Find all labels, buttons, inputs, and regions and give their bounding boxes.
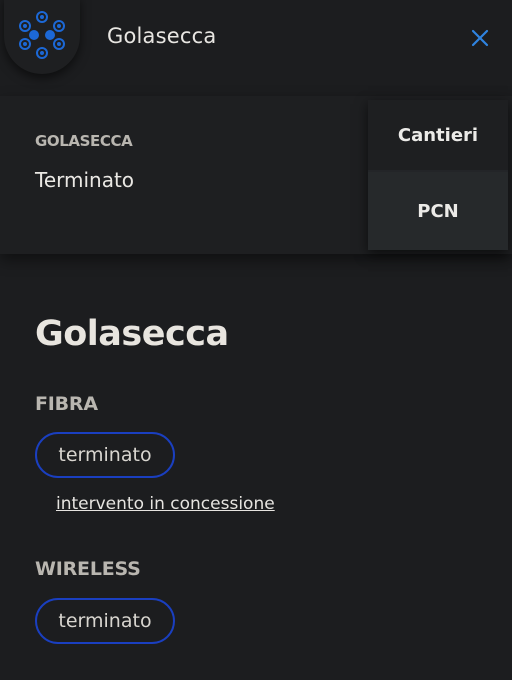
menu-item-pcn[interactable]: PCN <box>368 172 508 250</box>
status-badge-wireless: terminato <box>35 598 175 644</box>
logo[interactable] <box>4 0 80 74</box>
status-badge-fibra: terminato <box>35 432 175 478</box>
menu-item-cantieri[interactable]: Cantieri <box>368 100 508 170</box>
app-header: Golasecca <box>0 0 512 78</box>
page-title: Golasecca <box>35 314 229 354</box>
close-icon <box>471 29 489 47</box>
header-title: Golasecca <box>107 24 217 48</box>
cooperative-logo-icon <box>19 11 65 59</box>
location-kicker: GOLASECCA <box>35 132 133 150</box>
layer-menu: Cantieri PCN <box>368 100 508 250</box>
concession-link[interactable]: intervento in concessione <box>56 494 275 514</box>
section-label-wireless: WIRELESS <box>35 558 141 580</box>
section-label-fibra: FIBRA <box>35 393 98 415</box>
location-status: Terminato <box>35 168 135 192</box>
close-button[interactable] <box>468 26 492 50</box>
